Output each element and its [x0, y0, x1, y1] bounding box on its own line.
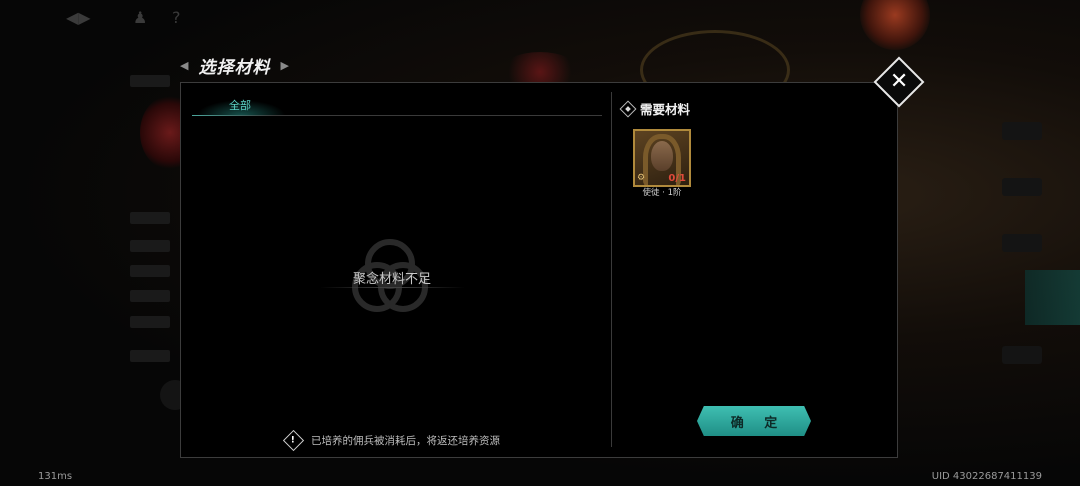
background-row [130, 212, 170, 224]
warning-diamond-icon: ! [282, 429, 305, 452]
required-materials-title: 需要材料 [640, 102, 691, 117]
background-row [130, 290, 170, 302]
required-materials-header: 需要材料 [619, 99, 691, 118]
title-left-arrow-icon: ◀ [180, 58, 189, 72]
material-card[interactable]: ⚙ 0/1 [633, 129, 691, 187]
select-material-dialog [180, 82, 898, 458]
tab-underline [192, 115, 602, 116]
background-nav-item [1002, 178, 1042, 196]
tab-all[interactable]: 全部 [220, 97, 260, 113]
consume-notice: ! 已培养的佣兵被消耗后，将返还培养资源 [282, 429, 500, 452]
background-nav-item [1002, 122, 1042, 140]
gold-gear-icon: ⚙ [637, 173, 646, 183]
background-row [130, 265, 170, 277]
background-nav-item [1002, 346, 1042, 364]
empty-state-divider [320, 287, 465, 288]
background-teal-tab [1025, 270, 1080, 325]
background-row [130, 240, 170, 252]
material-count: 0/1 [668, 173, 686, 184]
title-right-arrow-icon: ▶ [280, 58, 289, 72]
background-row [130, 75, 170, 87]
empty-state-message: 聚念材料不足 [352, 272, 431, 287]
dialog-title: 选择材料 [198, 57, 271, 78]
help-icon: ? [172, 8, 181, 27]
notice-text: 已培养的佣兵被消耗后，将返还培养资源 [311, 435, 500, 447]
uid-readout: UID 43022687411139 [931, 471, 1042, 482]
confirm-label: 确 定 [730, 415, 786, 431]
back-icon: ◀▶ [66, 8, 91, 27]
profile-icon: ♟ [133, 8, 148, 27]
close-x-icon: ✕ [889, 69, 909, 94]
dialog-header: ◀ 选择材料 ▶ [180, 52, 289, 78]
background-row [130, 350, 170, 362]
material-label: 使徒 · 1阶 [642, 188, 682, 198]
panel-divider [611, 92, 612, 447]
confirm-button[interactable]: 确 定 [697, 406, 811, 436]
diamond-bullet-icon [619, 100, 637, 117]
background-lamp-glow [860, 0, 930, 50]
background-row [130, 316, 170, 328]
ping-readout: 131ms [38, 471, 73, 482]
hero-portrait [651, 141, 673, 171]
background-nav-item [1002, 234, 1042, 252]
